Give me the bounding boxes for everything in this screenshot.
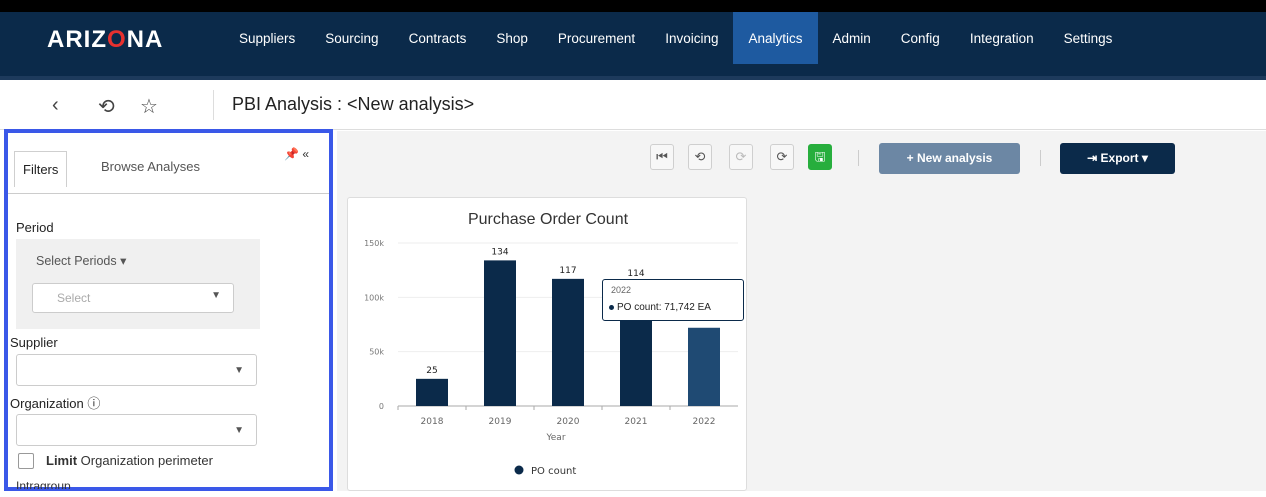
bar-2019 [484, 260, 516, 406]
history-icon[interactable]: ⟲ [98, 94, 115, 119]
tab-browse-analyses[interactable]: Browse Analyses [101, 159, 200, 174]
star-icon[interactable]: ☆ [140, 94, 158, 119]
y-tick-label: 100k [364, 293, 384, 302]
x-axis-title: Year [545, 433, 565, 443]
chevron-down-icon: ▼ [234, 365, 244, 376]
nav-sourcing[interactable]: Sourcing [310, 12, 393, 64]
y-tick-label: 0 [379, 402, 384, 411]
x-tick-label-2018: 2018 [421, 417, 444, 427]
redo-icon[interactable]: ⟳ [729, 144, 753, 170]
tab-divider [8, 193, 329, 194]
data-label-2021: 114 [627, 269, 644, 279]
x-tick-label-2022: 2022 [693, 417, 716, 427]
x-tick-label-2019: 2019 [489, 417, 512, 427]
supplier-label: Supplier [10, 335, 58, 350]
nav-procurement[interactable]: Procurement [543, 12, 650, 64]
toolbar-separator [858, 150, 859, 166]
refresh-icon[interactable]: ⟳ [770, 144, 794, 170]
y-tick-label: 50k [369, 348, 384, 357]
chart-tooltip: 2022 PO count: 71,742 EA [602, 279, 744, 321]
legend-label: PO count [531, 466, 576, 477]
period-box: Select Periods ▾ Select ▼ [16, 239, 260, 329]
tooltip-year: 2022 [611, 285, 632, 295]
organization-dropdown[interactable]: ▼ [16, 414, 257, 446]
y-tick-label: 150k [364, 239, 384, 248]
filter-panel: Filters Browse Analyses 📌 « Period Selec… [4, 129, 333, 491]
tooltip-value: PO count: 71,742 EA [609, 302, 711, 313]
divider [213, 90, 214, 120]
data-label-2019: 134 [491, 247, 508, 257]
nav-suppliers[interactable]: Suppliers [224, 12, 310, 64]
tooltip-value-text: PO count: 71,742 EA [617, 302, 711, 313]
top-nav: ARIZONA Suppliers Sourcing Contracts Shop Pr… [0, 0, 1266, 80]
period-select-placeholder: Select [57, 291, 91, 305]
back-icon[interactable]: ‹ [52, 94, 59, 117]
series-dot-icon [609, 304, 614, 310]
x-tick-label-2021: 2021 [625, 417, 648, 427]
legend-marker [514, 465, 524, 475]
first-page-icon[interactable]: ⏮ [650, 144, 674, 170]
chart-title: Purchase Order Count [468, 211, 629, 228]
nav-integration[interactable]: Integration [955, 12, 1049, 64]
nav-contracts[interactable]: Contracts [394, 12, 482, 64]
chart-card[interactable]: Purchase Order Count 0 50k 100k 150k 25 2018 13… [347, 197, 747, 491]
limit-bold-text: Limit [46, 453, 78, 468]
sub-toolbar: ‹ ⟲ ☆ PBI Analysis : <New analysis> [0, 80, 1266, 130]
nav-analytics[interactable]: Analytics [733, 12, 818, 64]
chevron-down-icon: ▼ [234, 425, 244, 436]
nav-settings[interactable]: Settings [1049, 12, 1128, 64]
purchase-order-chart: Purchase Order Count 0 50k 100k 150k 25 2018 13… [364, 211, 738, 477]
logo-text-o: O [107, 26, 127, 53]
pin-collapse-icon[interactable]: 📌 « [284, 147, 309, 161]
bar-2022 [688, 327, 720, 406]
bar-2018 [416, 378, 448, 406]
select-periods-dropdown[interactable]: Select Periods ▾ [36, 253, 126, 268]
x-tick-label-2020: 2020 [557, 417, 580, 427]
undo-icon[interactable]: ⟲ [688, 144, 712, 170]
logo-text-suffix: NA [126, 26, 164, 53]
nav-config[interactable]: Config [886, 12, 955, 64]
filter-tabs: Filters Browse Analyses 📌 « [8, 133, 329, 193]
page-title: PBI Analysis : <New analysis> [232, 94, 475, 114]
nav-admin[interactable]: Admin [818, 12, 886, 64]
nav-shop[interactable]: Shop [481, 12, 543, 64]
period-label: Period [16, 220, 54, 235]
main-menu: Suppliers Sourcing Contracts Shop Procuremen… [224, 12, 1127, 76]
app-frame: ARIZONA Suppliers Sourcing Contracts Shop Pr… [0, 0, 1266, 491]
organization-label: Organization ⓘ [10, 396, 101, 411]
data-label-2018: 25 [426, 366, 437, 376]
intragroup-label: Intragroup [16, 479, 71, 489]
limit-rest-text: Organization perimeter [77, 453, 213, 468]
data-label-2020: 117 [559, 266, 576, 276]
nav-invoicing[interactable]: Invoicing [650, 12, 733, 64]
limit-organization-checkbox[interactable] [18, 453, 34, 469]
bar-2020 [552, 278, 584, 406]
arizona-logo[interactable]: ARIZONA [47, 26, 163, 54]
toolbar-separator [1040, 150, 1041, 166]
supplier-dropdown[interactable]: ▼ [16, 354, 257, 386]
period-select[interactable]: Select ▼ [32, 283, 234, 313]
logo-text-prefix: ARIZ [47, 26, 107, 53]
tab-filters[interactable]: Filters [14, 151, 68, 187]
limit-organization-label: Limit Organization perimeter [46, 453, 213, 468]
new-analysis-button[interactable]: + New analysis [879, 143, 1020, 174]
chevron-down-icon: ▼ [211, 290, 221, 301]
save-icon[interactable]: 🖫 [808, 144, 832, 170]
export-button[interactable]: ⇥ Export ▾ [1060, 143, 1175, 174]
